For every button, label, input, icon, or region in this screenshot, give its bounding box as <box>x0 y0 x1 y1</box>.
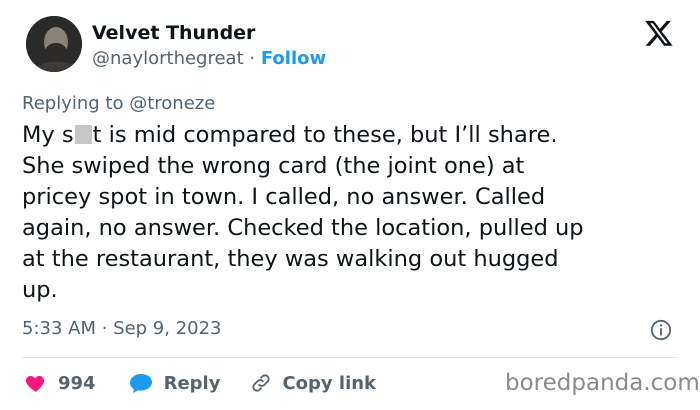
handle-separator: · <box>249 48 256 69</box>
avatar-image <box>26 16 82 72</box>
reply-button[interactable]: Reply <box>128 371 221 395</box>
watermark: boredpanda.com <box>505 370 700 396</box>
x-logo-icon[interactable] <box>644 18 674 48</box>
tweet-text: My st is mid compared to these, but I’ll… <box>22 120 682 306</box>
copy-link-label: Copy link <box>282 372 377 394</box>
tweet-text-rest: t is mid compared to these, but I’ll sha… <box>22 122 584 303</box>
copy-link-button[interactable]: Copy link <box>250 372 376 394</box>
follow-button[interactable]: Follow <box>261 48 326 69</box>
divider <box>22 357 678 358</box>
speech-bubble-icon <box>129 374 152 393</box>
info-icon[interactable] <box>650 319 672 341</box>
heart-icon <box>25 376 45 392</box>
action-bar: 994 Reply Copy link <box>22 368 376 398</box>
tweet-timestamp[interactable]: 5:33 AM · Sep 9, 2023 <box>22 318 222 339</box>
author-handle-row: @naylorthegreat · Follow <box>92 48 326 69</box>
link-icon <box>252 374 271 392</box>
author-handle[interactable]: @naylorthegreat <box>92 48 244 69</box>
author-name[interactable]: Velvet Thunder <box>92 22 255 44</box>
reply-label: Reply <box>163 372 221 394</box>
reply-mention-link[interactable]: @troneze <box>129 93 215 114</box>
like-count: 994 <box>58 372 96 394</box>
tweet-text-start: My s <box>22 122 74 148</box>
reply-context-prefix: Replying to <box>22 93 124 114</box>
like-button[interactable]: 994 <box>24 371 96 395</box>
avatar[interactable] <box>26 16 82 72</box>
censor-block <box>74 125 92 144</box>
reply-context: Replying to @troneze <box>22 93 215 114</box>
